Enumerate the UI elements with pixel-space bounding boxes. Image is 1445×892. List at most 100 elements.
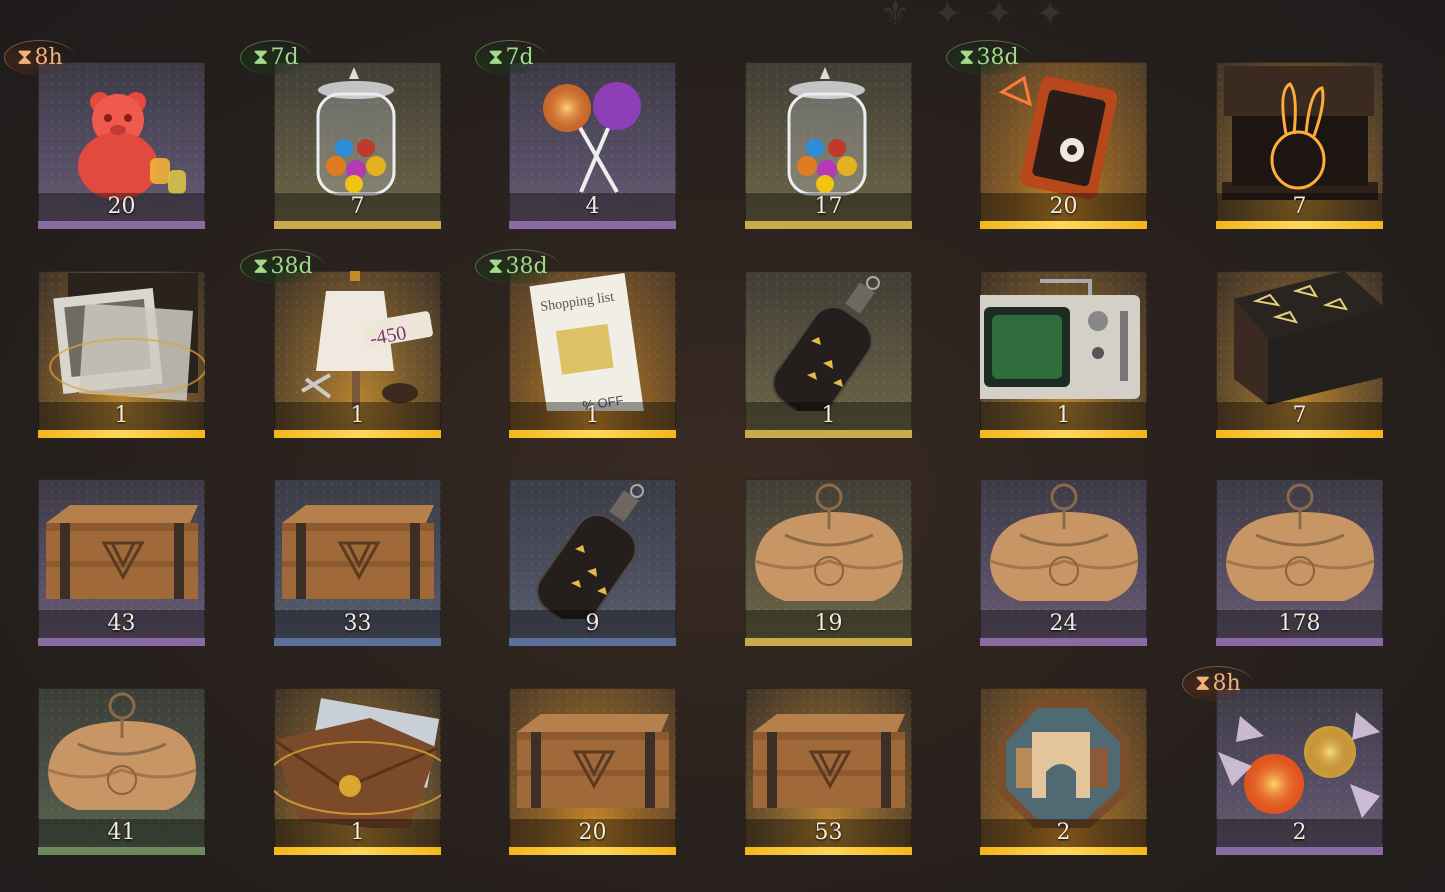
item-tile: 1 — [38, 271, 205, 438]
wooden-crate-icon — [38, 479, 205, 619]
item-count: 2 — [1292, 820, 1307, 845]
item-tile: 43 — [38, 479, 205, 646]
wooden-crate-icon — [745, 688, 912, 828]
expiry-timer-badge: ⧗8h — [4, 40, 75, 75]
rarity-strip — [274, 638, 441, 646]
rarity-strip — [38, 221, 205, 229]
inventory-slot-parcel[interactable]: 19 — [745, 479, 912, 646]
item-tile: 2 — [980, 688, 1147, 855]
inventory-slot-lollipops[interactable]: 4 ⧗7d — [475, 40, 676, 229]
rarity-strip — [1216, 430, 1383, 438]
inventory-slot-wooden-crate[interactable]: 20 — [509, 688, 676, 855]
item-tile: 1 — [745, 271, 912, 438]
timer-text: 8h — [1212, 671, 1241, 696]
tailor-mannequin-icon: -450 — [274, 271, 441, 411]
timer-text: 7d — [270, 45, 299, 70]
item-count: 2 — [1056, 820, 1071, 845]
inventory-slot-message-bottle[interactable]: 9 — [509, 479, 676, 646]
timer-text: 38d — [505, 254, 548, 279]
message-bottle-icon — [509, 479, 676, 626]
inventory-slot-wrapped-candies[interactable]: 2 ⧗8h — [1182, 666, 1383, 855]
rarity-strip — [1216, 221, 1383, 229]
item-tile: 1 — [980, 271, 1147, 438]
item-count: 20 — [1049, 194, 1078, 219]
hourglass-icon: ⧗ — [253, 254, 269, 279]
hourglass-icon: ⧗ — [1195, 671, 1211, 696]
rarity-strip — [1216, 638, 1383, 646]
timer-text: 38d — [976, 45, 1019, 70]
rarity-strip — [509, 221, 676, 229]
item-tile: Shopping list % OFF 1 — [509, 271, 676, 438]
expiry-timer-badge: ⧗7d — [475, 40, 546, 75]
item-count: 41 — [107, 820, 136, 845]
item-tile: 24 — [980, 479, 1147, 646]
inventory-slot-gummy-bear[interactable]: 20 ⧗8h — [4, 40, 205, 229]
inventory-slot-parcel[interactable]: 41 — [38, 688, 205, 855]
candy-jar-icon — [745, 62, 912, 202]
puzzle-plate-icon — [980, 688, 1147, 828]
item-count: 1 — [350, 403, 365, 428]
rarity-strip — [509, 847, 676, 855]
item-tile: 20 — [509, 688, 676, 855]
item-count: 1 — [821, 403, 836, 428]
inventory-slot-wooden-crate[interactable]: 43 — [38, 479, 205, 646]
inventory-slot-rune-table[interactable]: 7 — [1216, 271, 1383, 438]
item-tile: 7 — [274, 62, 441, 229]
item-tile: 17 — [745, 62, 912, 229]
inventory-slot-shopping-list[interactable]: Shopping list % OFF 1 ⧗38d — [475, 249, 676, 438]
hourglass-icon: ⧗ — [17, 45, 33, 70]
item-tile: 7 — [1216, 271, 1383, 438]
inventory-slot-wooden-crate[interactable]: 33 — [274, 479, 441, 646]
item-count: 33 — [343, 611, 372, 636]
item-count: 1 — [585, 403, 600, 428]
item-count: 20 — [578, 820, 607, 845]
inventory-slot-radio-device[interactable]: 1 — [980, 271, 1147, 438]
item-tile: 2 — [1216, 688, 1383, 855]
timer-text: 38d — [270, 254, 313, 279]
inventory-slot-rabbit-box[interactable]: 7 — [1216, 62, 1383, 229]
rarity-strip — [274, 847, 441, 855]
item-count: 43 — [107, 611, 136, 636]
item-tile: 9 — [509, 479, 676, 646]
rabbit-box-icon — [1216, 62, 1383, 202]
rarity-strip — [38, 638, 205, 646]
lollipops-icon — [509, 62, 676, 202]
item-count: 7 — [1292, 194, 1307, 219]
wooden-crate-icon — [274, 479, 441, 619]
expiry-timer-badge: ⧗8h — [1182, 666, 1253, 701]
inventory-slot-orange-device[interactable]: 20 ⧗38d — [946, 40, 1147, 229]
inventory-slot-parcel[interactable]: 178 — [1216, 479, 1383, 646]
inventory-slot-message-bottle[interactable]: 1 — [745, 271, 912, 438]
inventory-slot-parcel[interactable]: 24 — [980, 479, 1147, 646]
wrapped-candies-icon — [1216, 688, 1383, 828]
item-tile: 7 — [1216, 62, 1383, 229]
rarity-strip — [980, 430, 1147, 438]
hourglass-icon: ⧗ — [253, 45, 269, 70]
rune-table-icon — [1216, 271, 1383, 411]
item-tile: 19 — [745, 479, 912, 646]
rarity-strip — [980, 221, 1147, 229]
rarity-strip — [745, 221, 912, 229]
parcel-icon — [38, 688, 205, 828]
inventory-slot-photo-box[interactable]: 1 — [38, 271, 205, 438]
item-count: 53 — [814, 820, 843, 845]
hourglass-icon: ⧗ — [488, 254, 504, 279]
inventory-slot-tailor-mannequin[interactable]: -450 1 ⧗38d — [240, 249, 441, 438]
rarity-strip — [38, 847, 205, 855]
expiry-timer-badge: ⧗38d — [946, 40, 1031, 75]
item-tile: 20 — [38, 62, 205, 229]
inventory-slot-envelope[interactable]: 1 — [274, 688, 441, 855]
item-count: 7 — [1292, 403, 1307, 428]
rarity-strip — [274, 430, 441, 438]
inventory-grid: 20 ⧗8h 7 ⧗7d 4 ⧗7d 17 20 ⧗38d 7 1 -450 1 ⧗38d… — [0, 0, 1445, 892]
wooden-crate-icon — [509, 688, 676, 828]
item-count: 17 — [814, 194, 843, 219]
item-count: 9 — [585, 611, 600, 636]
rarity-strip — [274, 221, 441, 229]
inventory-slot-puzzle-plate[interactable]: 2 — [980, 688, 1147, 855]
inventory-slot-candy-jar[interactable]: 17 — [745, 62, 912, 229]
inventory-slot-wooden-crate[interactable]: 53 — [745, 688, 912, 855]
inventory-slot-candy-jar[interactable]: 7 ⧗7d — [240, 40, 441, 229]
item-tile: 53 — [745, 688, 912, 855]
item-count: 19 — [814, 611, 843, 636]
